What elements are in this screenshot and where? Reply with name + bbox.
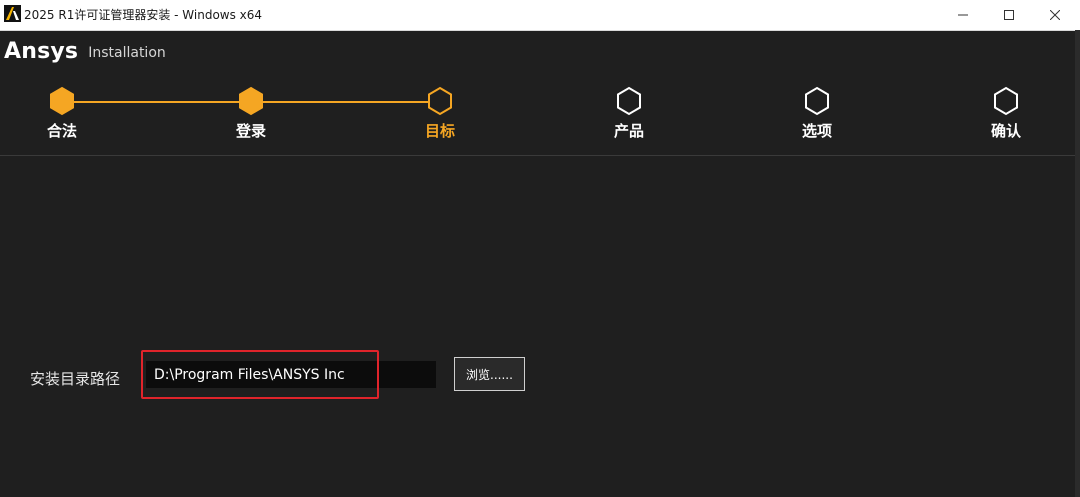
step-options: 选项 [772,86,862,141]
step-label-login: 登录 [235,122,266,140]
header-divider [0,155,1080,156]
minimize-button[interactable] [940,0,986,30]
brand-header: Ansys Installation [4,36,166,66]
hexagon-outline-icon [428,86,452,116]
maximize-button[interactable] [986,0,1032,30]
installer-window: 2025 R1许可证管理器安装 - Windows x64 Ansys Inst… [0,0,1080,497]
step-confirm: 确认 [961,86,1051,141]
hexagon-filled-icon [239,86,263,116]
minimize-icon [958,14,968,16]
hexagon-outline-icon [994,86,1018,116]
title-bar: 2025 R1许可证管理器安装 - Windows x64 [0,0,1080,31]
step-label-legal: 合法 [46,122,77,140]
install-stepper: 合法 登录 目标 产品 选项 确认 [0,80,1080,156]
brand-subtitle: Installation [88,44,166,61]
window-edge [1075,30,1080,497]
ansys-app-icon [4,5,21,22]
step-products: 产品 [584,86,674,141]
hexagon-outline-icon [617,86,641,116]
step-label-products: 产品 [613,122,644,140]
step-label-confirm: 确认 [990,122,1021,140]
hexagon-outline-icon [805,86,829,116]
close-icon [1050,10,1060,20]
install-path-input[interactable] [146,361,436,388]
close-button[interactable] [1032,0,1078,30]
browse-button[interactable]: 浏览...... [454,357,525,391]
step-label-options: 选项 [801,122,832,140]
step-login: 登录 [206,86,296,141]
ansys-logo: Ansys [4,38,79,64]
install-path-label: 安装目录路径 [30,370,121,388]
step-label-destination: 目标 [424,122,455,140]
maximize-icon [1004,10,1014,20]
step-destination: 目标 [395,86,485,141]
step-legal: 合法 [17,86,107,141]
hexagon-filled-icon [50,86,74,116]
window-title: 2025 R1许可证管理器安装 - Windows x64 [24,8,263,22]
